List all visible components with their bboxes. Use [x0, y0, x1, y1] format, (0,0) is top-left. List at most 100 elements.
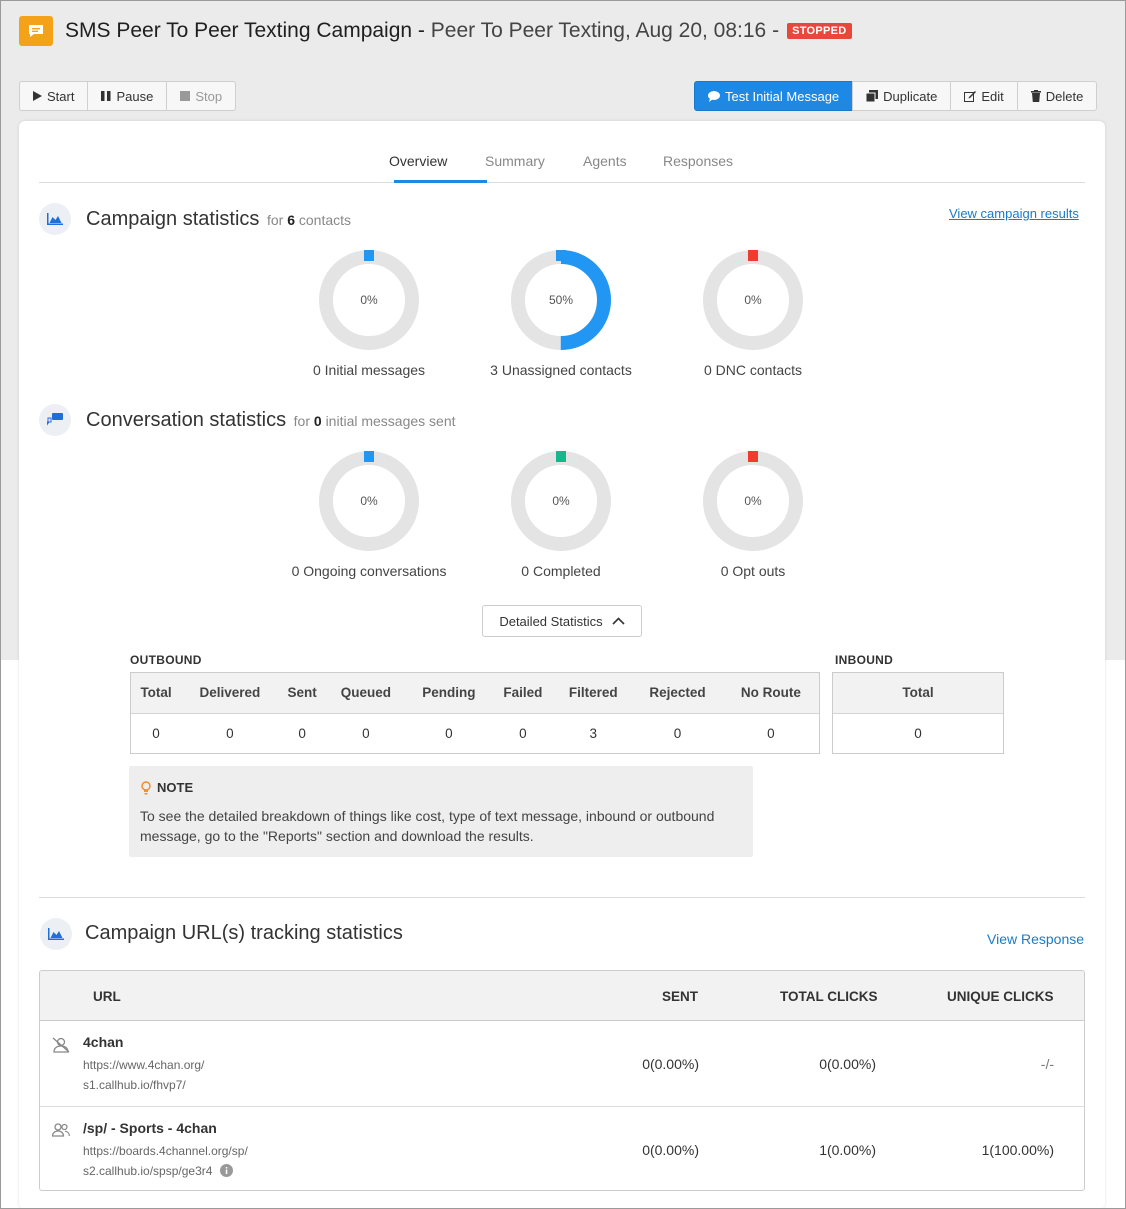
- pause-button[interactable]: Pause: [87, 81, 168, 111]
- header-unique-clicks: UNIQUE CLICKS: [947, 989, 1054, 1004]
- conversation-icon: [39, 404, 71, 436]
- page-header: SMS Peer To Peer Texting Campaign - Peer…: [19, 16, 852, 46]
- unique-clicks-value: 1(100.00%): [981, 1142, 1054, 1158]
- donut-percent: 0%: [552, 494, 570, 508]
- info-icon[interactable]: [219, 1164, 233, 1180]
- stop-label: Stop: [195, 88, 223, 104]
- conversation-stats-heading: Conversation statistics: [86, 409, 287, 431]
- note-text: To see the detailed breakdown of things …: [140, 808, 715, 844]
- view-campaign-results-link[interactable]: View campaign results: [949, 206, 1079, 221]
- header-url: URL: [93, 989, 121, 1004]
- outbound-table: Total Delivered Sent Queued Pending Failed Fil…: [130, 672, 820, 754]
- campaign-card: Overview Summary Agents Responses Campai…: [19, 121, 1105, 1209]
- url-name: /sp/ - Sports - 4chan: [83, 1120, 217, 1136]
- header-sent: SENT: [662, 989, 699, 1004]
- outbound-value: 0: [445, 725, 453, 741]
- conversation-stats-title: Conversation statistics for 0 initial me…: [86, 409, 456, 432]
- url-table-header: URL SENT TOTAL CLICKS UNIQUE CLICKS: [40, 971, 1084, 1021]
- campaign-actions-group: Test Initial Message Duplicate Edit Dele…: [694, 81, 1098, 111]
- pause-icon: [101, 91, 111, 101]
- outbound-header: Failed: [491, 673, 555, 714]
- for-suffix: initial messages sent: [325, 413, 456, 429]
- active-tab-indicator: [394, 180, 487, 183]
- donut-chart: 0%: [511, 451, 611, 551]
- donut-marker: [364, 451, 374, 462]
- url-name: 4chan: [83, 1034, 124, 1050]
- total-clicks-value: 0(0.00%): [819, 1056, 876, 1072]
- users-icon: [51, 1123, 70, 1142]
- note-title: NOTE: [157, 780, 194, 795]
- sent-value: 0(0.00%): [642, 1142, 699, 1158]
- edit-button[interactable]: Edit: [950, 81, 1018, 111]
- area-chart-icon: [39, 203, 71, 235]
- duplicate-button[interactable]: Duplicate: [852, 81, 952, 111]
- tab-responses[interactable]: Responses: [663, 153, 733, 169]
- view-response-link[interactable]: View Response: [987, 931, 1084, 947]
- outbound-value: 0: [673, 725, 682, 741]
- short-url[interactable]: s2.callhub.io/spsp/ge3r4: [83, 1164, 212, 1178]
- donut-label: 0 Completed: [521, 563, 601, 579]
- test-message-label: Test Initial Message: [725, 88, 840, 104]
- play-icon: [33, 91, 42, 101]
- donut-label: 0 Ongoing conversations: [291, 563, 447, 579]
- donut-percent: 0%: [744, 494, 762, 508]
- contact-count: 6: [287, 212, 295, 228]
- outbound-value: 0: [362, 725, 370, 741]
- start-button[interactable]: Start: [19, 81, 89, 111]
- stop-button[interactable]: Stop: [166, 81, 237, 111]
- donut-marker: [556, 250, 566, 261]
- no-user-icon: [52, 1037, 70, 1058]
- outbound-header: Total: [131, 673, 182, 714]
- section-divider: [39, 897, 1085, 898]
- chevron-up-icon: [612, 617, 625, 625]
- comment-icon: [708, 90, 720, 102]
- outbound-value: 0: [226, 725, 234, 741]
- outbound-header: Rejected: [632, 673, 723, 714]
- message-count: 0: [313, 413, 322, 429]
- table-row: /sp/ - Sports - 4chan https://boards.4ch…: [40, 1106, 1084, 1190]
- url-tracking-table: URL SENT TOTAL CLICKS UNIQUE CLICKS 4cha…: [39, 970, 1085, 1191]
- campaign-stats-title: Campaign statistics for 6 contacts: [86, 208, 351, 231]
- url-link[interactable]: https://www.4chan.org/: [83, 1058, 204, 1072]
- unique-clicks-value: -/-: [1040, 1056, 1054, 1072]
- url-stats-title: Campaign URL(s) tracking statistics: [85, 922, 403, 944]
- short-url[interactable]: s1.callhub.io/fhvp7/: [83, 1078, 186, 1092]
- detailed-statistics-toggle[interactable]: Detailed Statistics: [482, 605, 642, 637]
- donut-percent: 50%: [548, 293, 574, 307]
- delete-label: Delete: [1045, 88, 1084, 104]
- outbound-header: Pending: [406, 673, 492, 714]
- donut-chart: 50%: [511, 250, 611, 350]
- campaign-stats-heading: Campaign statistics: [86, 208, 260, 230]
- edit-label: Edit: [981, 88, 1004, 104]
- outbound-value: 0: [519, 725, 527, 741]
- outbound-value: 3: [589, 725, 598, 741]
- delete-button[interactable]: Delete: [1016, 81, 1098, 111]
- conversation-stats-for: for 0 initial messages sent: [294, 413, 456, 429]
- tab-summary[interactable]: Summary: [485, 153, 545, 169]
- note-header: NOTE: [141, 780, 193, 795]
- note-box: NOTE To see the detailed breakdown of th…: [129, 766, 753, 857]
- outbound-header: Sent: [278, 673, 326, 714]
- outbound-header: Queued: [325, 673, 407, 714]
- donut-marker: [364, 250, 374, 261]
- duplicate-label: Duplicate: [883, 88, 938, 104]
- donut-marker: [748, 451, 758, 462]
- area-chart-icon: [40, 918, 72, 950]
- campaign-control-group: Start Pause Stop: [19, 81, 237, 111]
- donut-label: 0 Initial messages: [312, 362, 426, 378]
- donut-chart: 0%: [703, 451, 803, 551]
- tab-agents[interactable]: Agents: [583, 153, 627, 169]
- for-prefix: for: [293, 413, 310, 429]
- title-separator: -: [417, 19, 425, 42]
- tab-overview[interactable]: Overview: [389, 153, 447, 169]
- donut-label: 3 Unassigned contacts: [490, 362, 632, 378]
- donut-chart: 0%: [319, 250, 419, 350]
- url-link[interactable]: https://boards.4channel.org/sp/: [83, 1144, 248, 1158]
- status-badge: STOPPED: [787, 23, 852, 39]
- test-message-button[interactable]: Test Initial Message: [694, 81, 854, 111]
- donut-percent: 0%: [744, 293, 762, 307]
- inbound-header-total: Total: [833, 673, 1003, 714]
- donut-chart: 0%: [319, 451, 419, 551]
- campaign-subtitle: Peer To Peer Texting, Aug 20, 08:16 -: [430, 19, 780, 42]
- sent-value: 0(0.00%): [642, 1056, 699, 1072]
